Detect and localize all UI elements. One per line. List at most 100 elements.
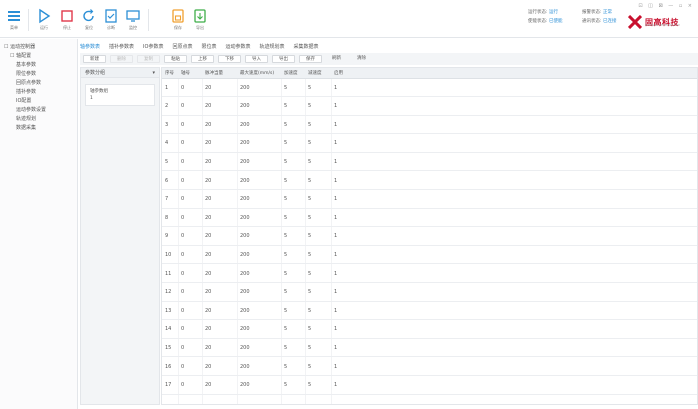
table-cell[interactable]: 5 <box>284 191 287 208</box>
table-cell[interactable]: 200 <box>240 321 250 338</box>
table-cell[interactable]: 200 <box>240 246 250 263</box>
table-row[interactable]: 4 0 20 200 5 5 1 <box>162 135 697 153</box>
table-cell[interactable]: 200 <box>240 79 250 96</box>
table-cell[interactable]: 20 <box>205 98 211 115</box>
tab[interactable]: 采集数据表 <box>294 43 319 50</box>
table-cell[interactable]: 20 <box>205 284 211 301</box>
edit-extra-button[interactable]: 刷新 <box>326 55 347 63</box>
table-cell[interactable]: 200 <box>240 135 250 152</box>
table-cell[interactable]: 5 <box>284 209 287 226</box>
table-row[interactable]: 14 0 20 200 5 5 1 <box>162 321 697 339</box>
table-cell[interactable]: 1 <box>334 228 337 245</box>
table-cell[interactable]: 1 <box>165 79 168 96</box>
table-cell[interactable]: 1 <box>334 116 337 133</box>
table-row[interactable]: 12 0 20 200 5 5 1 <box>162 284 697 302</box>
table-cell[interactable]: 200 <box>240 98 250 115</box>
table-cell[interactable]: 5 <box>284 153 287 170</box>
tab[interactable]: 回原点表 <box>172 43 192 50</box>
table-cell[interactable]: 0 <box>181 339 184 356</box>
table-cell[interactable]: 5 <box>284 116 287 133</box>
table-cell[interactable]: 20 <box>205 135 211 152</box>
tab[interactable]: IO参数表 <box>143 43 163 50</box>
table-cell[interactable]: 5 <box>284 358 287 375</box>
table-cell[interactable]: 3 <box>165 116 168 133</box>
table-cell[interactable]: 0 <box>181 265 184 282</box>
table-row[interactable]: 8 0 20 200 5 5 1 <box>162 209 697 228</box>
table-cell[interactable]: 16 <box>165 358 171 375</box>
edit-button[interactable]: 粘贴 <box>164 55 187 63</box>
table-cell[interactable]: 5 <box>284 321 287 338</box>
table-cell[interactable]: 20 <box>205 191 211 208</box>
tree-item[interactable]: 回原点参数 <box>0 79 77 88</box>
menu-button[interactable]: 菜单 <box>4 8 24 34</box>
table-cell[interactable]: 1 <box>334 98 337 115</box>
table-cell[interactable]: 5 <box>308 153 311 170</box>
table-cell[interactable]: 200 <box>240 228 250 245</box>
table-cell[interactable]: 1 <box>334 284 337 301</box>
table-row[interactable]: 7 0 20 200 5 5 1 <box>162 191 697 209</box>
table-cell[interactable]: 5 <box>308 98 311 115</box>
table-cell[interactable]: 1 <box>334 153 337 170</box>
table-cell[interactable]: 0 <box>181 153 184 170</box>
table-cell[interactable]: 5 <box>284 246 287 263</box>
table-cell[interactable]: 0 <box>181 191 184 208</box>
column-header[interactable]: 减速度 <box>308 68 322 78</box>
table-row[interactable]: 17 0 20 200 5 5 1 <box>162 377 697 395</box>
table-cell[interactable]: 13 <box>165 302 171 319</box>
table-cell[interactable]: 20 <box>205 228 211 245</box>
tab[interactable]: 轴参数表 <box>80 43 100 50</box>
tab[interactable]: 限位表 <box>201 43 216 50</box>
table-row[interactable]: 1 0 20 200 5 5 1 <box>162 79 697 97</box>
table-cell[interactable]: 0 <box>181 135 184 152</box>
table-cell[interactable]: 4 <box>165 135 168 152</box>
tab[interactable]: 运动参数表 <box>225 43 250 50</box>
table-cell[interactable]: 0 <box>181 358 184 375</box>
window-controls[interactable]: ⊡ ◫ ⊠ — ▫ × <box>638 3 694 9</box>
table-cell[interactable]: 1 <box>334 246 337 263</box>
table-cell[interactable]: 5 <box>308 172 311 189</box>
table-row[interactable]: 9 0 20 200 5 5 1 <box>162 228 697 246</box>
table-cell[interactable]: 20 <box>205 116 211 133</box>
table-cell[interactable]: 200 <box>240 265 250 282</box>
table-cell[interactable]: 9 <box>165 228 168 245</box>
table-cell[interactable]: 5 <box>308 79 311 96</box>
edit-button[interactable]: 上移 <box>191 55 214 63</box>
table-cell[interactable]: 11 <box>165 265 171 282</box>
table-cell[interactable]: 1 <box>334 209 337 226</box>
edit-button[interactable]: 下移 <box>218 55 241 63</box>
table-cell[interactable]: 200 <box>240 209 250 226</box>
table-cell[interactable]: 5 <box>308 191 311 208</box>
table-cell[interactable]: 200 <box>240 116 250 133</box>
table-cell[interactable]: 0 <box>181 228 184 245</box>
table-cell[interactable]: 5 <box>284 377 287 394</box>
table-row[interactable]: 2 0 20 200 5 5 1 <box>162 98 697 116</box>
table-cell[interactable]: 0 <box>181 302 184 319</box>
table-cell[interactable]: 5 <box>308 228 311 245</box>
edit-button[interactable]: 删除 <box>110 55 133 63</box>
table-cell[interactable]: 1 <box>334 191 337 208</box>
tree-item[interactable]: ☐ 轴配置 <box>0 52 77 61</box>
table-cell[interactable]: 0 <box>181 209 184 226</box>
tree-item[interactable]: 插补参数 <box>0 88 77 97</box>
table-cell[interactable]: 5 <box>284 302 287 319</box>
table-cell[interactable]: 200 <box>240 377 250 394</box>
table-cell[interactable]: 5 <box>165 153 168 170</box>
table-cell[interactable]: 20 <box>205 339 211 356</box>
table-cell[interactable]: 5 <box>308 209 311 226</box>
table-row[interactable]: 15 0 20 200 5 5 1 <box>162 339 697 358</box>
table-cell[interactable]: 0 <box>181 246 184 263</box>
table-cell[interactable]: 20 <box>205 246 211 263</box>
edit-button[interactable]: 导出 <box>272 55 295 63</box>
table-cell[interactable]: 20 <box>205 377 211 394</box>
reset-button[interactable]: 复位 <box>79 8 99 34</box>
column-header[interactable]: 序号 <box>165 68 174 78</box>
table-cell[interactable]: 20 <box>205 321 211 338</box>
table-cell[interactable]: 0 <box>181 98 184 115</box>
column-header[interactable]: 启用 <box>334 68 343 78</box>
table-row[interactable]: 5 0 20 200 5 5 1 <box>162 153 697 172</box>
table-cell[interactable]: 1 <box>334 79 337 96</box>
table-cell[interactable]: 20 <box>205 172 211 189</box>
table-cell[interactable]: 1 <box>334 377 337 394</box>
table-cell[interactable]: 200 <box>240 302 250 319</box>
table-cell[interactable]: 1 <box>334 321 337 338</box>
